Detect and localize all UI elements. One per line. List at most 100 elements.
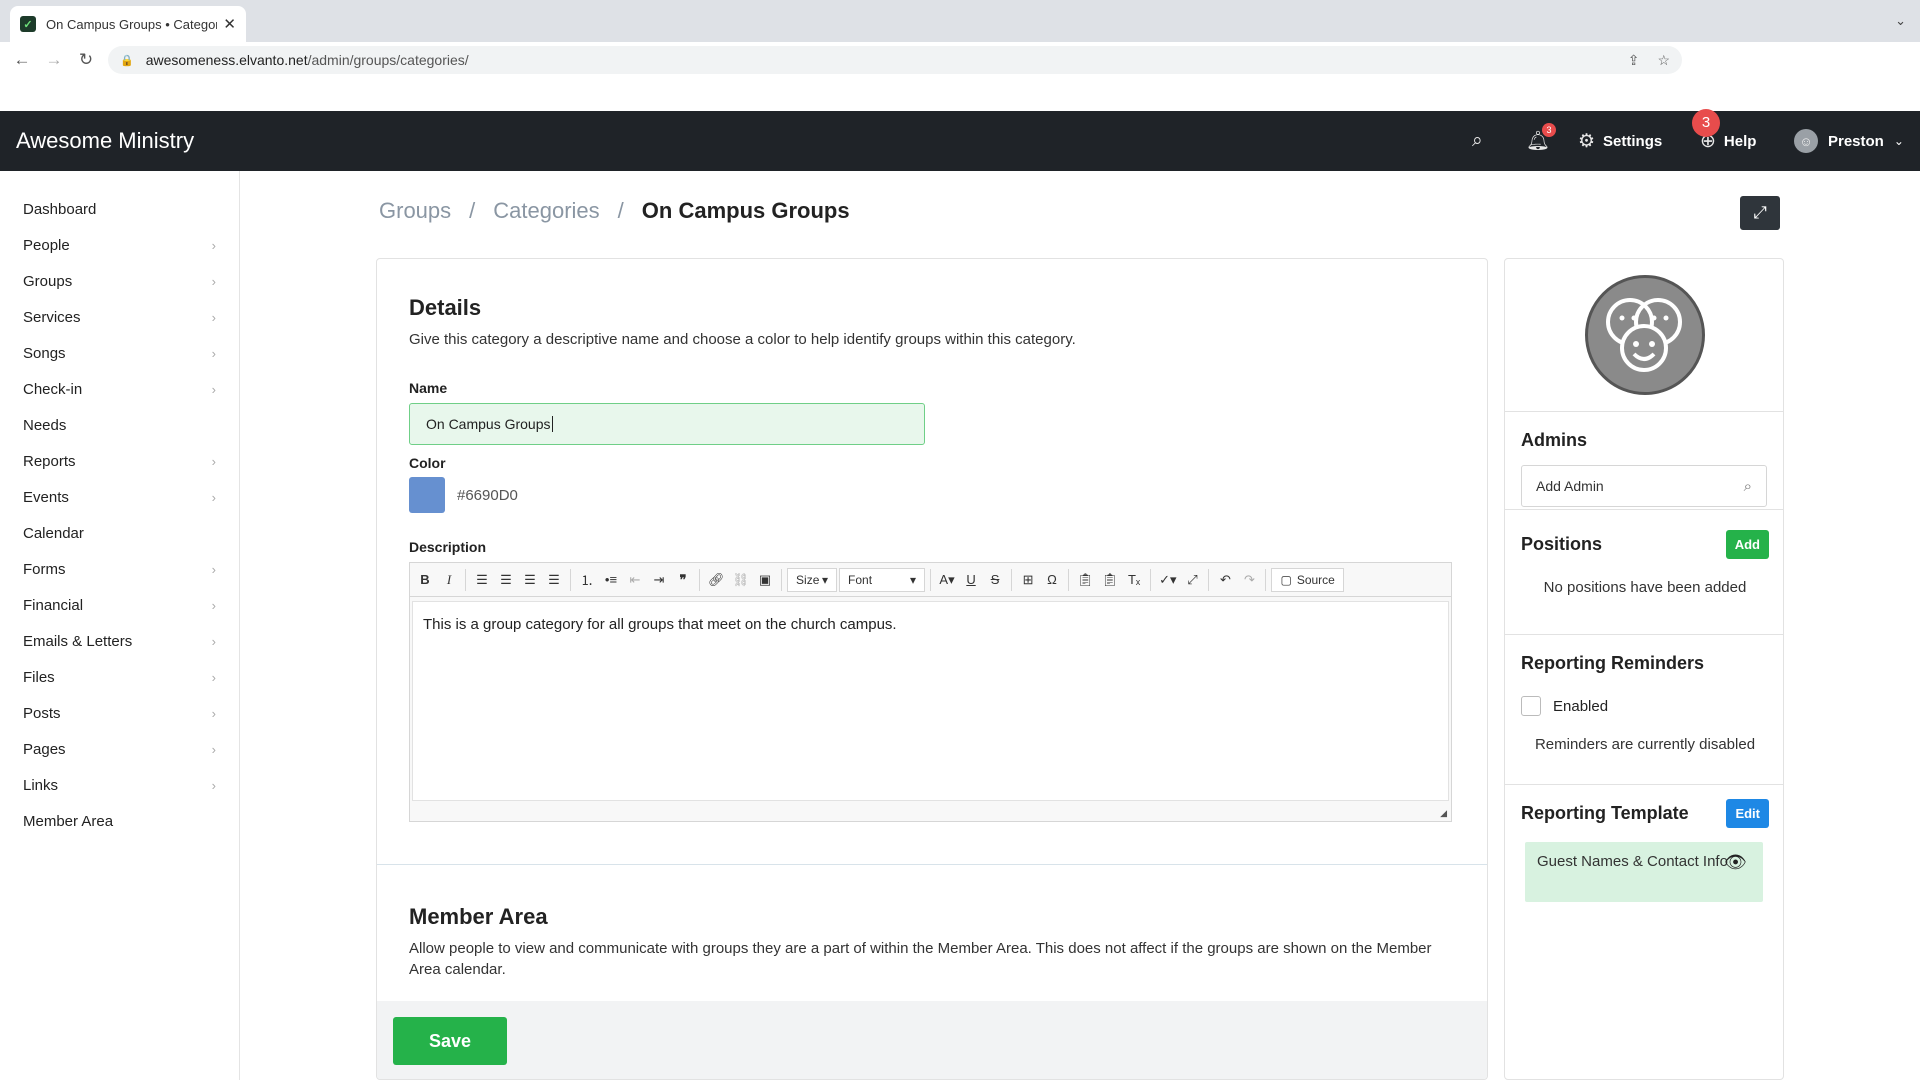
bookmark-star-icon[interactable]: ☆ [1657, 52, 1670, 69]
size-select[interactable]: Size ▾ [787, 567, 838, 592]
remove-format-icon[interactable]: Tₓ [1123, 568, 1145, 592]
settings-button[interactable]: ⚙ Settings [1578, 111, 1662, 171]
add-admin-input[interactable]: Add Admin ⌕ [1521, 465, 1767, 507]
source-button[interactable]: ▢ Source [1271, 567, 1344, 592]
tab-title: On Campus Groups • Categori [46, 16, 218, 32]
description-text: This is a group category for all groups … [423, 616, 897, 633]
image-icon[interactable]: ▣ [754, 568, 776, 592]
back-arrow-icon[interactable]: ← [6, 50, 38, 70]
font-select[interactable]: Font ▾ [839, 567, 926, 592]
link-icon[interactable]: 🔗︎ [705, 568, 728, 592]
chevron-right-icon: › [211, 489, 216, 505]
sidebar-item-posts[interactable]: Posts › [0, 695, 239, 731]
strikethrough-icon[interactable]: S [984, 568, 1006, 592]
description-editor-content[interactable]: This is a group category for all groups … [412, 601, 1449, 801]
chevron-right-icon: › [211, 633, 216, 649]
details-help-text: Give this category a descriptive name an… [409, 331, 1076, 348]
undo-icon[interactable]: ↶ [1214, 568, 1236, 592]
text-color-icon[interactable]: A▾ [936, 568, 958, 592]
name-label: Name [409, 380, 448, 396]
sidebar-item-dashboard[interactable]: Dashboard [0, 191, 239, 227]
sidebar-item-label: Forms [23, 560, 66, 578]
sidebar-item-label: Pages [23, 740, 66, 758]
sidebar-item-pages[interactable]: Pages › [0, 731, 239, 767]
sidebar-item-groups[interactable]: Groups › [0, 263, 239, 299]
search-button[interactable]: ⌕ [1472, 111, 1483, 171]
sidebar-item-songs[interactable]: Songs › [0, 335, 239, 371]
color-picker[interactable]: #6690D0 [409, 477, 1459, 513]
align-left-icon[interactable]: ☰ [471, 568, 493, 592]
sidebar-item-reports[interactable]: Reports › [0, 443, 239, 479]
help-button[interactable]: 3 ⊕ Help [1692, 109, 1756, 171]
size-select-label: Size [796, 572, 820, 587]
align-center-icon[interactable]: ☰ [495, 568, 517, 592]
breadcrumb-groups-link[interactable]: Groups [379, 198, 451, 224]
sidebar-item-emails-letters[interactable]: Emails & Letters › [0, 623, 239, 659]
chevron-down-icon: ⌄ [1893, 134, 1904, 148]
blockquote-icon[interactable]: ❞ [672, 568, 694, 592]
maximize-icon[interactable]: ⤢ [1181, 568, 1203, 592]
sidebar-item-member-area[interactable]: Member Area [0, 803, 239, 839]
color-swatch[interactable] [409, 477, 445, 513]
browser-tab-bar: ✓ On Campus Groups • Categori ✕ ⌄ [0, 0, 1920, 42]
color-label: Color [409, 455, 446, 471]
underline-icon[interactable]: U [960, 568, 982, 592]
save-bar: Save [377, 1001, 1487, 1079]
group-category-avatar[interactable] [1585, 275, 1705, 395]
bold-icon[interactable]: B [414, 568, 436, 592]
avatar: ☺ [1794, 129, 1818, 153]
name-input[interactable]: On Campus Groups [409, 403, 925, 445]
redo-icon[interactable]: ↷ [1238, 568, 1260, 592]
forward-arrow-icon[interactable]: → [38, 50, 70, 70]
numbered-list-icon[interactable]: ⒈ [576, 568, 598, 592]
paste-text-icon[interactable]: 📋︎ [1074, 568, 1097, 592]
sidebar-item-label: Financial [23, 596, 84, 614]
breadcrumb-categories-link[interactable]: Categories [493, 198, 599, 224]
reminders-enabled-toggle[interactable]: Enabled [1521, 696, 1769, 716]
edit-template-button[interactable]: Edit [1726, 799, 1769, 828]
unlink-icon[interactable]: ⛓︎ [730, 568, 753, 592]
sidebar-item-files[interactable]: Files › [0, 659, 239, 695]
eye-icon[interactable]: 👁︎ [1724, 850, 1747, 874]
details-section: Details Give this category a descriptive… [409, 295, 1459, 822]
paste-word-icon[interactable]: 📋︎ [1099, 568, 1122, 592]
sidebar-item-label: Links [23, 776, 59, 794]
table-icon[interactable]: ⊞ [1017, 568, 1039, 592]
outdent-icon[interactable]: ⇤ [624, 568, 646, 592]
tab-list-chevron-icon[interactable]: ⌄ [1895, 13, 1906, 29]
sidebar-item-events[interactable]: Events › [0, 479, 239, 515]
notifications-button[interactable]: 🔔︎ 3 [1526, 111, 1556, 171]
app-brand[interactable]: Awesome Ministry [16, 128, 194, 154]
user-menu[interactable]: ☺ Preston ⌄ [1794, 111, 1904, 171]
template-item[interactable]: Guest Names & Contact Info 👁︎ [1525, 842, 1763, 902]
special-char-icon[interactable]: Ω [1041, 568, 1063, 592]
save-button[interactable]: Save [393, 1017, 507, 1065]
italic-icon[interactable]: I [438, 568, 460, 592]
align-right-icon[interactable]: ☰ [519, 568, 541, 592]
add-position-button[interactable]: Add [1725, 530, 1769, 559]
editor-toolbar: B I ☰ ☰ ☰ ☰ ⒈ •≡ ⇤ ⇥ ❞ 🔗︎ ⛓︎ ▣ Size ▾ Fon… [410, 563, 1451, 597]
spellcheck-icon[interactable]: ✓▾ [1156, 568, 1179, 592]
sidebar-item-people[interactable]: People › [0, 227, 239, 263]
caret-down-icon: ▾ [822, 572, 829, 587]
bulleted-list-icon[interactable]: •≡ [600, 568, 622, 592]
close-tab-icon[interactable]: ✕ [223, 15, 236, 33]
sidebar-item-financial[interactable]: Financial › [0, 587, 239, 623]
sidebar-item-forms[interactable]: Forms › [0, 551, 239, 587]
sidebar-item-check-in[interactable]: Check-in › [0, 371, 239, 407]
align-justify-icon[interactable]: ☰ [543, 568, 565, 592]
sidebar-item-links[interactable]: Links › [0, 767, 239, 803]
resize-grip-icon[interactable]: ◢ [1440, 808, 1447, 819]
browser-tab[interactable]: ✓ On Campus Groups • Categori ✕ [10, 6, 246, 42]
reload-icon[interactable]: ↻ [70, 50, 102, 70]
url-field[interactable]: 🔒 awesomeness.elvanto.net/admin/groups/c… [108, 46, 1682, 74]
sidebar-item-label: Dashboard [23, 200, 97, 218]
share-icon[interactable]: ⇪ [1628, 52, 1640, 69]
reminders-enabled-checkbox[interactable] [1521, 696, 1541, 716]
expand-button[interactable]: ⤢ [1740, 196, 1780, 230]
sidebar-item-needs[interactable]: Needs [0, 407, 239, 443]
sidebar-item-services[interactable]: Services › [0, 299, 239, 335]
chevron-right-icon: › [211, 237, 216, 253]
indent-icon[interactable]: ⇥ [648, 568, 670, 592]
sidebar-item-calendar[interactable]: Calendar [0, 515, 239, 551]
